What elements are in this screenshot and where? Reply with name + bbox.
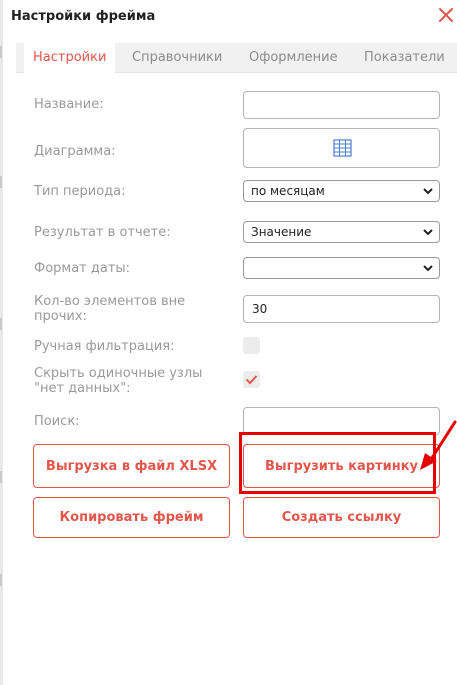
name-input[interactable] (243, 91, 440, 119)
manual-filter-label: Ручная фильтрация: (34, 339, 175, 354)
report-result-value: Значение (251, 225, 312, 239)
highlight-frame (239, 432, 436, 494)
search-label: Поиск: (34, 414, 80, 429)
table-grid-icon (333, 139, 352, 157)
hide-single-nodes-label: Скрыть одиночные узлы "нет данных": (34, 366, 203, 396)
date-format-label: Формат даты: (34, 261, 131, 276)
edge-mark (0, 471, 2, 483)
elements-outside-input[interactable]: 30 (243, 295, 440, 323)
dialog-title: Настройки фрейма (11, 9, 156, 24)
arrow-pointer-icon (420, 420, 457, 470)
chevron-down-icon (423, 229, 433, 236)
manual-filter-checkbox[interactable] (243, 337, 260, 354)
copy-frame-button[interactable]: Копировать фрейм (33, 497, 230, 538)
tab-indicators[interactable]: Показатели (355, 43, 454, 73)
tab-design[interactable]: Оформление (240, 43, 347, 73)
edge-mark (0, 176, 2, 188)
frame-settings-dialog: Настройки фрейма Настройки Справочники О… (0, 0, 457, 685)
chart-picker[interactable] (243, 128, 440, 168)
report-result-label: Результат в отчете: (34, 225, 171, 240)
tab-settings[interactable]: Настройки (24, 43, 116, 73)
chevron-down-icon (423, 188, 433, 195)
export-xlsx-button[interactable]: Выгрузка в файл XLSX (33, 444, 230, 488)
tab-bar: Настройки Справочники Оформление Показат… (16, 43, 457, 73)
close-icon[interactable] (437, 6, 455, 24)
tab-references[interactable]: Справочники (123, 43, 231, 73)
date-format-select[interactable] (243, 257, 440, 279)
search-input[interactable] (243, 407, 440, 435)
create-link-button[interactable]: Создать ссылку (243, 497, 440, 538)
period-type-select[interactable]: по месяцам (243, 180, 440, 202)
period-type-value: по месяцам (251, 184, 325, 198)
report-result-select[interactable]: Значение (243, 221, 440, 243)
hide-single-nodes-checkbox[interactable] (243, 371, 260, 388)
edge-mark (0, 318, 2, 330)
edge-mark (0, 574, 2, 586)
checkmark-icon (245, 375, 258, 385)
chart-label: Диаграмма: (34, 144, 116, 159)
elements-outside-label: Кол-во элементов вне прочих: (34, 294, 186, 324)
edge-mark (0, 46, 2, 58)
chevron-down-icon (423, 265, 433, 272)
name-label: Название: (34, 97, 104, 112)
period-type-label: Тип периода: (34, 184, 126, 199)
left-panel-edge (0, 0, 3, 685)
